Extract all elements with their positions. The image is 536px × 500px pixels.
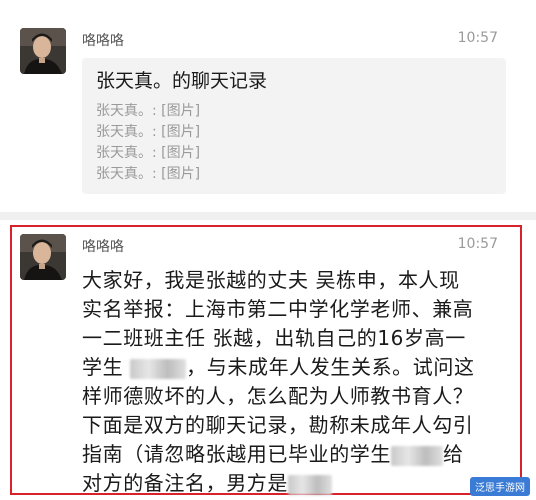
message-text-segment: 给: [443, 442, 464, 466]
message-text-segment: 学生: [82, 355, 131, 379]
message-text-line: 对方的备注名，男方是: [82, 467, 332, 496]
chat-message-2: 咯咯咯 10:57 大家好，我是张越的丈夫 吴栋申，本人现 实名举报：上海市第二…: [0, 220, 536, 500]
message-text-line: 学生 ，与未成年人发生关系。试问这: [82, 351, 475, 380]
message-text-line: 实名举报：上海市第二中学化学老师、兼高: [82, 297, 474, 321]
avatar[interactable]: [20, 28, 66, 74]
redacted-name: [130, 358, 187, 379]
message-text-segment: ，与未成年人发生关系。试问这: [186, 355, 475, 379]
message-time: 10:57: [457, 236, 498, 252]
message-text-line: 下面是双方的聊天记录，勘称未成年人勾引: [82, 413, 474, 437]
redacted-name: [288, 474, 332, 495]
redacted-name: [391, 445, 443, 466]
avatar-image: [20, 28, 66, 74]
sender-name: 咯咯咯: [82, 33, 124, 49]
message-text-segment: 指南（请忽略张越用已毕业的学生: [82, 442, 391, 466]
avatar-image: [20, 234, 66, 280]
message-text-line: 样师德败坏的人，怎么配为人师教书育人？: [82, 384, 474, 408]
avatar[interactable]: [20, 234, 66, 280]
forwarded-chat-line: 张天真。: [图片]: [96, 124, 201, 140]
forwarded-chat-title: 张天真。的聊天记录: [96, 70, 268, 92]
forwarded-chat-card[interactable]: 张天真。的聊天记录 张天真。: [图片] 张天真。: [图片] 张天真。: [图…: [82, 58, 506, 194]
message-text-line: 大家好，我是张越的丈夫 吴栋申，本人现: [82, 268, 460, 292]
message-time: 10:57: [457, 30, 498, 46]
message-text-line: 一二班班主任 张越，出轨自己的16岁高一: [82, 326, 466, 350]
forwarded-chat-line: 张天真。: [图片]: [96, 166, 201, 182]
site-watermark: 泛思手游网: [470, 477, 530, 496]
chat-screenshot: 咯咯咯 10:57 张天真。的聊天记录 张天真。: [图片] 张天真。: [图片…: [0, 0, 536, 500]
message-text-segment: 对方的备注名，男方是: [82, 471, 288, 495]
message-text-line: 指南（请忽略张越用已毕业的学生 给: [82, 438, 464, 467]
message-divider: [0, 212, 536, 220]
forwarded-chat-line: 张天真。: [图片]: [96, 145, 201, 161]
sender-name: 咯咯咯: [82, 239, 124, 255]
chat-message-1: 咯咯咯 10:57 张天真。的聊天记录 张天真。: [图片] 张天真。: [图片…: [0, 0, 536, 212]
forwarded-chat-line: 张天真。: [图片]: [96, 103, 201, 119]
